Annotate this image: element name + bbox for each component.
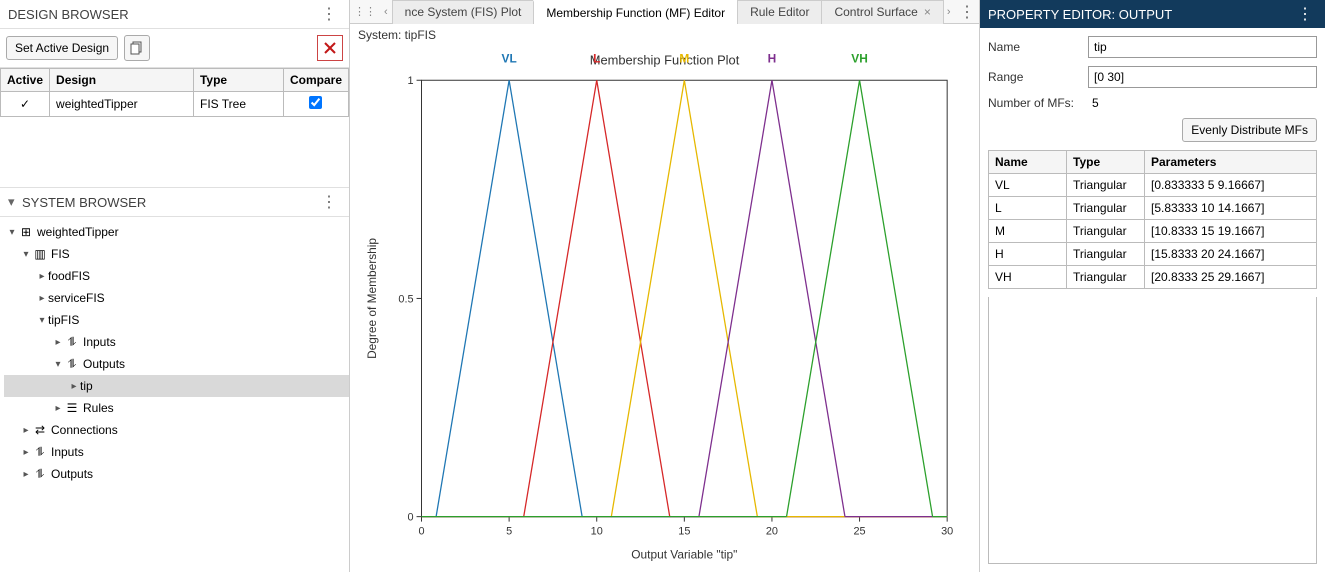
- range-field[interactable]: [1088, 66, 1317, 88]
- mf-col-name: Name: [989, 151, 1067, 174]
- system-browser-title: SYSTEM BROWSER: [22, 195, 317, 210]
- tree-tipfis[interactable]: ▾tipFIS: [4, 309, 349, 331]
- col-design: Design: [50, 69, 194, 92]
- svg-text:15: 15: [678, 525, 690, 537]
- table-row[interactable]: VHTriangular[20.8333 25 29.1667]: [989, 266, 1317, 289]
- svg-text:10: 10: [591, 525, 603, 537]
- svg-text:H: H: [768, 51, 777, 65]
- close-icon[interactable]: ×: [924, 5, 931, 19]
- table-row[interactable]: MTriangular[10.8333 15 19.1667]: [989, 220, 1317, 243]
- name-label: Name: [988, 40, 1088, 54]
- table-row[interactable]: VLTriangular[0.833333 5 9.16667]: [989, 174, 1317, 197]
- compare-checkbox[interactable]: [309, 96, 322, 109]
- design-browser-header: DESIGN BROWSER ⋮: [0, 0, 349, 29]
- svg-text:VH: VH: [851, 51, 868, 65]
- tree-root[interactable]: ▾⊞weightedTipper: [4, 221, 349, 243]
- svg-text:Degree of Membership: Degree of Membership: [365, 238, 379, 359]
- tree-inputs[interactable]: ▸⥮Inputs: [4, 331, 349, 353]
- svg-text:Membership Function Plot: Membership Function Plot: [590, 52, 740, 67]
- mf-col-type: Type: [1067, 151, 1145, 174]
- col-type: Type: [193, 69, 283, 92]
- table-row[interactable]: LTriangular[5.83333 10 14.1667]: [989, 197, 1317, 220]
- svg-text:0.5: 0.5: [398, 293, 413, 305]
- svg-text:0: 0: [418, 525, 424, 537]
- connections-icon: ⇄: [32, 423, 48, 437]
- system-label: System: tipFIS: [350, 24, 979, 42]
- table-row[interactable]: ✓weightedTipperFIS Tree: [1, 92, 349, 117]
- mf-table[interactable]: Name Type Parameters VLTriangular[0.8333…: [988, 150, 1317, 289]
- tree-foodfis[interactable]: ▸foodFIS: [4, 265, 349, 287]
- svg-text:Output Variable "tip": Output Variable "tip": [631, 547, 737, 561]
- evenly-distribute-button[interactable]: Evenly Distribute MFs: [1182, 118, 1317, 142]
- system-browser-header: ▾ SYSTEM BROWSER ⋮: [0, 187, 349, 217]
- tab-mf-editor[interactable]: Membership Function (MF) Editor: [533, 0, 738, 24]
- property-editor-menu-icon[interactable]: ⋮: [1293, 4, 1317, 24]
- design-browser-menu-icon[interactable]: ⋮: [317, 4, 341, 24]
- tree-outputs[interactable]: ▾⥮Outputs: [4, 353, 349, 375]
- tree-outputs2[interactable]: ▸⥮Outputs: [4, 463, 349, 485]
- outputs-icon: ⥮: [32, 467, 48, 482]
- tree-fis[interactable]: ▾▥FIS: [4, 243, 349, 265]
- col-compare: Compare: [283, 69, 348, 92]
- tabs-menu-icon[interactable]: ⋮: [955, 2, 979, 22]
- tabs-scroll-handle-icon[interactable]: ⋮⋮: [350, 5, 380, 18]
- tabs-scroll-right-icon[interactable]: ›: [943, 6, 955, 18]
- rules-icon: ☰: [64, 401, 80, 415]
- system-tree[interactable]: ▾⊞weightedTipper ▾▥FIS ▸foodFIS ▸service…: [0, 217, 349, 572]
- tab-fis-plot[interactable]: nce System (FIS) Plot: [392, 0, 535, 24]
- tree-icon: ⊞: [18, 225, 34, 239]
- outputs-icon: ⥮: [64, 357, 80, 372]
- nmfs-label: Number of MFs:: [988, 96, 1088, 110]
- design-browser-title: DESIGN BROWSER: [8, 7, 317, 22]
- tree-servicefis[interactable]: ▸serviceFIS: [4, 287, 349, 309]
- svg-text:25: 25: [853, 525, 865, 537]
- tree-inputs2[interactable]: ▸⥮Inputs: [4, 441, 349, 463]
- svg-text:M: M: [679, 51, 689, 65]
- table-row[interactable]: HTriangular[15.8333 20 24.1667]: [989, 243, 1317, 266]
- svg-text:20: 20: [766, 525, 778, 537]
- editor-tabs: ⋮⋮ ‹ nce System (FIS) Plot Membership Fu…: [350, 0, 979, 24]
- tab-control-surface[interactable]: Control Surface×: [821, 0, 943, 24]
- tab-rule-editor[interactable]: Rule Editor: [737, 0, 822, 24]
- name-field[interactable]: [1088, 36, 1317, 58]
- property-editor-title: PROPERTY EDITOR: OUTPUT: [988, 7, 1172, 22]
- fis-icon: ▥: [32, 247, 48, 261]
- tree-rules[interactable]: ▸☰Rules: [4, 397, 349, 419]
- svg-text:L: L: [593, 51, 600, 65]
- property-editor-header: PROPERTY EDITOR: OUTPUT ⋮: [980, 0, 1325, 28]
- tabs-scroll-left-icon[interactable]: ‹: [380, 6, 392, 18]
- inputs-icon: ⥮: [64, 335, 80, 350]
- nmfs-value: 5: [1088, 96, 1099, 110]
- tree-connections[interactable]: ▸⇄Connections: [4, 419, 349, 441]
- svg-text:1: 1: [408, 75, 414, 87]
- design-table[interactable]: Active Design Type Compare ✓weightedTipp…: [0, 68, 349, 117]
- svg-text:5: 5: [506, 525, 512, 537]
- range-label: Range: [988, 70, 1088, 84]
- svg-text:30: 30: [941, 525, 953, 537]
- collapse-icon[interactable]: ▾: [8, 194, 18, 210]
- mf-plot-area[interactable]: Membership Function Plot 0 5 10 15 20 25 30 0 0.5…: [350, 42, 979, 572]
- copy-icon[interactable]: [124, 35, 150, 61]
- svg-text:VL: VL: [502, 51, 517, 65]
- col-active: Active: [1, 69, 50, 92]
- svg-text:0: 0: [408, 512, 414, 524]
- system-browser-menu-icon[interactable]: ⋮: [317, 192, 341, 212]
- mf-col-params: Parameters: [1145, 151, 1317, 174]
- inputs-icon: ⥮: [32, 445, 48, 460]
- tree-tip[interactable]: ▸tip: [4, 375, 349, 397]
- set-active-design-button[interactable]: Set Active Design: [6, 36, 118, 60]
- mf-plot: Membership Function Plot 0 5 10 15 20 25 30 0 0.5…: [362, 48, 967, 569]
- delete-design-button[interactable]: [317, 35, 343, 61]
